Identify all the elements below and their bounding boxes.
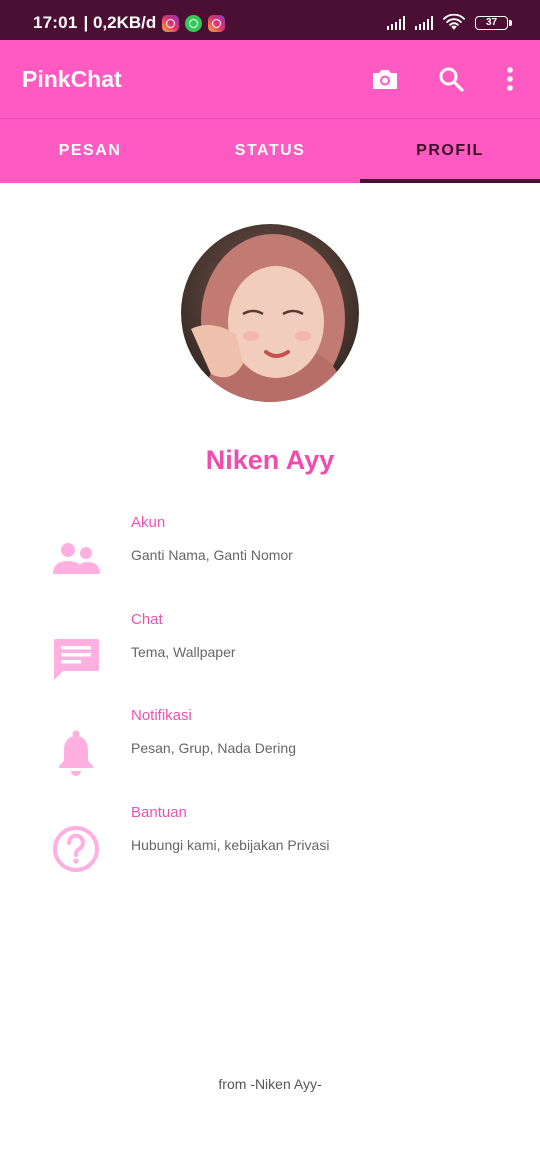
settings-item-title: Chat [131, 611, 163, 628]
profile-avatar[interactable] [181, 224, 359, 402]
people-icon [53, 543, 100, 574]
chat-icon [53, 639, 99, 680]
battery-icon: 37 [475, 15, 512, 30]
help-icon [53, 826, 99, 872]
status-bar-left: 17:01 | 0,2KB/d [33, 13, 226, 33]
app-bar: PinkChat [0, 40, 540, 118]
footer-credit: from -Niken Ayy- [218, 1076, 322, 1092]
settings-item-subtitle: Tema, Wallpaper [131, 644, 236, 660]
instagram-icon [162, 14, 180, 32]
settings-item-subtitle: Pesan, Grup, Nada Dering [131, 740, 296, 756]
tab-profil[interactable]: PROFIL [360, 119, 540, 183]
status-time: 17:01 [33, 13, 78, 32]
whatsapp-icon [185, 14, 203, 32]
settings-item-notifikasi[interactable]: Notifikasi Pesan, Grup, Nada Dering [0, 707, 540, 797]
search-icon[interactable] [436, 64, 466, 94]
app-title: PinkChat [22, 66, 122, 92]
avatar-photo [181, 224, 359, 402]
settings-item-chat[interactable]: Chat Tema, Wallpaper [0, 611, 540, 701]
more-vert-icon[interactable] [495, 64, 525, 94]
settings-item-akun[interactable]: Akun Ganti Nama, Ganti Nomor [0, 514, 540, 604]
profile-name: Niken Ayy [205, 445, 335, 475]
network-speed: | 0,2KB/d [83, 13, 157, 32]
status-bar: 17:01 | 0,2KB/d 37 [0, 0, 540, 40]
tab-bar: PESAN STATUS PROFIL [0, 118, 540, 183]
bell-icon [59, 730, 93, 776]
settings-item-title: Bantuan [131, 804, 187, 821]
status-bar-right: 37 [387, 14, 512, 31]
settings-item-subtitle: Hubungi kami, kebijakan Privasi [131, 837, 330, 853]
settings-item-subtitle: Ganti Nama, Ganti Nomor [131, 547, 293, 563]
signal-icon [387, 15, 405, 30]
tab-pesan[interactable]: PESAN [0, 119, 180, 183]
settings-item-title: Notifikasi [131, 707, 192, 724]
instagram-icon [208, 14, 226, 32]
settings-item-bantuan[interactable]: Bantuan Hubungi kami, kebijakan Privasi [0, 804, 540, 894]
settings-item-title: Akun [131, 514, 166, 531]
wifi-icon [443, 14, 465, 30]
tab-status[interactable]: STATUS [180, 119, 360, 183]
camera-icon[interactable] [370, 64, 400, 94]
signal-icon [415, 15, 433, 30]
